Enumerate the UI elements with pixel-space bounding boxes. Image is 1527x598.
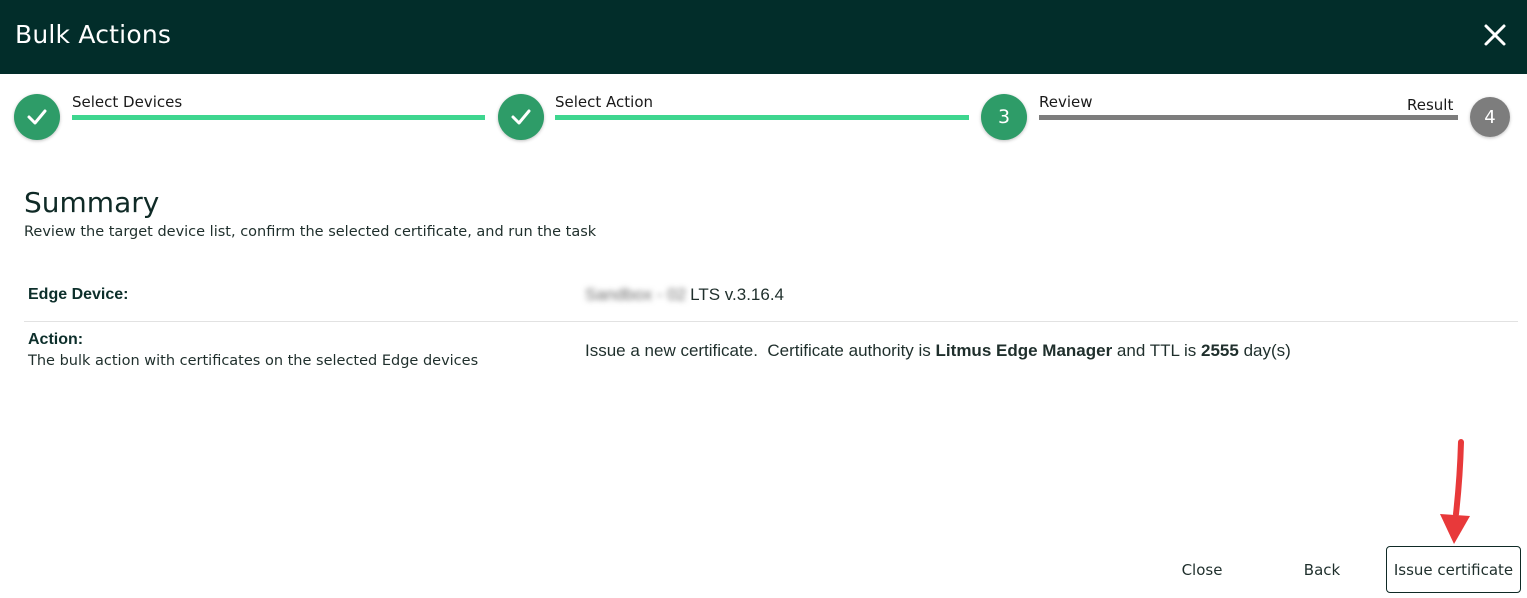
step-1-check-icon (14, 94, 60, 140)
red-arrow-annotation (1430, 438, 1482, 548)
step-3-label: Review (1039, 93, 1093, 111)
back-button[interactable]: Back (1294, 558, 1350, 582)
close-icon[interactable] (1480, 20, 1510, 50)
edge-device-version: LTS v.3.16.4 (690, 285, 785, 304)
step-2-check-icon (498, 94, 544, 140)
step-4-circle: 4 (1470, 97, 1510, 137)
action-value-middle: and TTL is (1112, 341, 1202, 360)
step-1-label: Select Devices (72, 93, 183, 111)
issue-certificate-button[interactable]: Issue certificate (1386, 546, 1521, 593)
step-2-label: Select Action (555, 93, 654, 111)
step-4-label: Result (1407, 96, 1454, 114)
edge-device-name-blurred: Sandbox - 02 (585, 285, 687, 304)
certificate-authority: Litmus Edge Manager (935, 341, 1113, 360)
action-description: The bulk action with certificates on the… (28, 353, 479, 369)
dialog-header: Bulk Actions (0, 0, 1527, 74)
edge-device-value: Sandbox - 02 LTS v.3.16.4 (585, 285, 784, 305)
edge-device-label: Edge Device: (28, 286, 129, 303)
row-divider (24, 321, 1518, 322)
step-3-bar (1039, 115, 1458, 120)
summary-subtitle: Review the target device list, confirm t… (24, 224, 597, 240)
step-3-circle: 3 (981, 94, 1027, 140)
action-value-prefix: Issue a new certificate. Certificate aut… (585, 341, 936, 360)
step-2-bar (555, 115, 969, 120)
action-label: Action: (28, 331, 84, 348)
step-1-bar (72, 115, 485, 120)
summary-title: Summary (24, 186, 160, 219)
close-button[interactable]: Close (1170, 558, 1234, 582)
dialog-title: Bulk Actions (15, 20, 172, 49)
action-value-suffix: day(s) (1238, 341, 1291, 360)
action-value: Issue a new certificate. Certificate aut… (585, 341, 1291, 361)
ttl-value: 2555 (1201, 341, 1239, 360)
